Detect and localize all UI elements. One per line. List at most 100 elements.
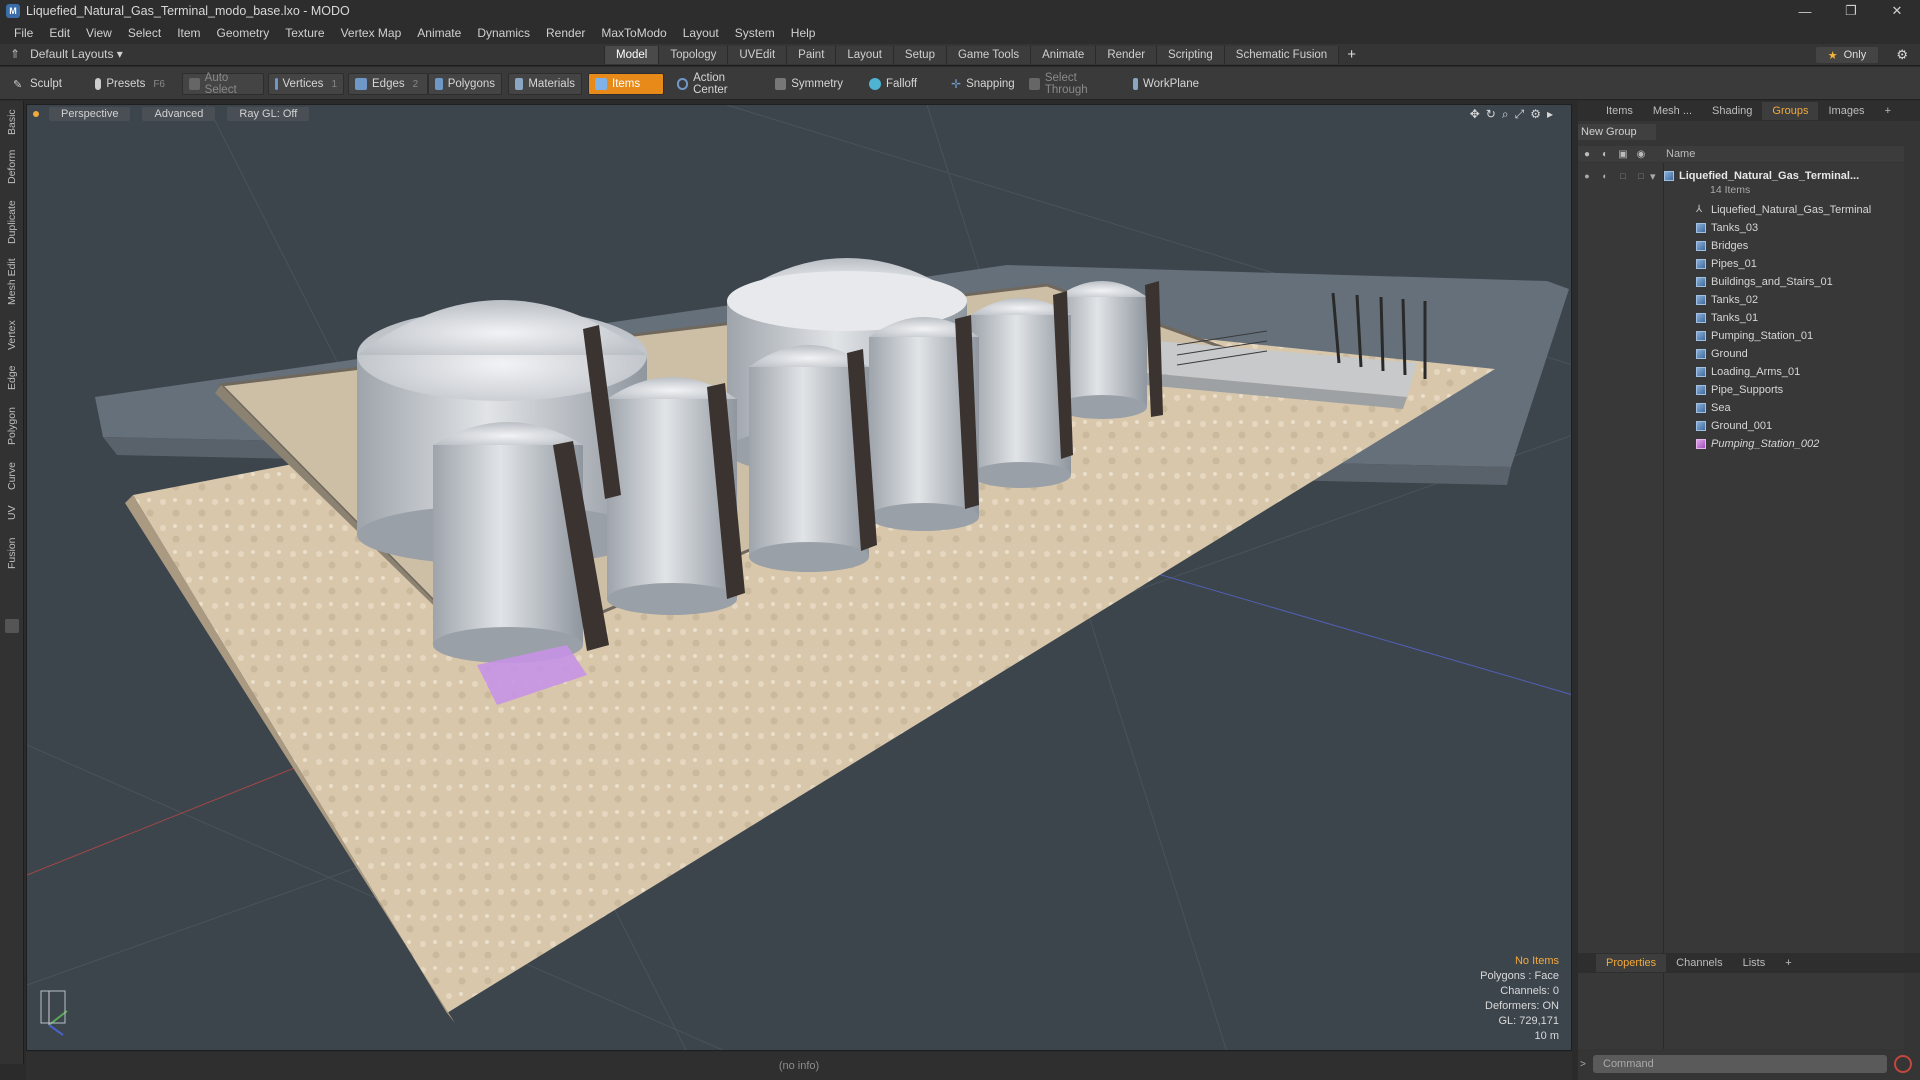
menu-geometry[interactable]: Geometry <box>209 26 278 40</box>
vtab-mesh-edit[interactable]: Mesh Edit <box>2 255 22 309</box>
falloff-button[interactable]: Falloff <box>862 73 938 95</box>
group-item-row[interactable]: Ground_001 <box>1578 417 1904 435</box>
collapse-arrow-icon[interactable]: ⇑ <box>10 47 20 61</box>
rotate-icon[interactable]: ↻ <box>1486 107 1496 122</box>
materials-button[interactable]: Materials <box>508 73 582 95</box>
vertices-button[interactable]: Vertices 1 <box>268 73 344 95</box>
group-item-row[interactable]: Pumping_Station_01 <box>1578 327 1904 345</box>
presets-button[interactable]: Presets F6 <box>88 73 172 95</box>
menu-system[interactable]: System <box>727 26 783 40</box>
tab-setup[interactable]: Setup <box>892 46 946 64</box>
render-icon[interactable]: ◐ <box>1596 149 1614 160</box>
vtab-edge[interactable]: Edge <box>2 361 22 395</box>
zoom-icon[interactable]: ⌕ <box>1502 107 1509 122</box>
vtab-uv[interactable]: UV <box>2 501 22 525</box>
tab-shading[interactable]: Shading <box>1702 102 1762 120</box>
vtab-curve[interactable]: Curve <box>2 457 22 495</box>
select-icon[interactable]: ◉ <box>1632 149 1650 160</box>
only-button[interactable]: ★ Only <box>1816 47 1878 63</box>
tab-images[interactable]: Images <box>1818 102 1874 120</box>
viewport-expand-icon[interactable]: ▸ <box>1547 107 1553 122</box>
minimize-button[interactable]: — <box>1782 0 1828 22</box>
name-column-header[interactable]: Name <box>1666 148 1695 160</box>
menu-animate[interactable]: Animate <box>409 26 469 40</box>
workplane-button[interactable]: WorkPlane <box>1126 73 1206 95</box>
viewport-settings-icon[interactable]: ⚙ <box>1530 107 1541 122</box>
visibility-eye-icon[interactable]: ● <box>1578 149 1596 160</box>
expand-toggle-icon[interactable] <box>5 619 19 633</box>
layouts-dropdown[interactable]: ⇑ Default Layouts ▾ <box>10 47 123 61</box>
pan-icon[interactable]: ✥ <box>1470 107 1480 122</box>
menu-dynamics[interactable]: Dynamics <box>469 26 538 40</box>
menu-file[interactable]: File <box>6 26 41 40</box>
add-tab-plus-icon[interactable]: + <box>1338 46 1364 64</box>
group-item-row[interactable]: Tanks_01 <box>1578 309 1904 327</box>
symmetry-button[interactable]: Symmetry <box>768 73 850 95</box>
tab-properties[interactable]: Properties <box>1596 954 1667 972</box>
lock-icon[interactable]: ▣ <box>1614 149 1632 160</box>
tab-model[interactable]: Model <box>604 46 659 64</box>
group-item-row[interactable]: Ground <box>1578 345 1904 363</box>
group-item-row-selected[interactable]: Pumping_Station_002 <box>1578 435 1904 453</box>
edges-button[interactable]: Edges 2 <box>348 73 428 95</box>
add-properties-tab-icon[interactable]: + <box>1775 957 1801 969</box>
menu-edit[interactable]: Edit <box>41 26 78 40</box>
tab-uvedit[interactable]: UVEdit <box>727 46 787 64</box>
vtab-deform[interactable]: Deform <box>2 145 22 189</box>
vtab-basic[interactable]: Basic <box>2 105 22 139</box>
tab-layout[interactable]: Layout <box>835 46 893 64</box>
3d-viewport[interactable]: Perspective Advanced Ray GL: Off ✥ ↻ ⌕ ⤢… <box>26 104 1572 1051</box>
items-button[interactable]: Items <box>588 73 664 95</box>
tab-topology[interactable]: Topology <box>658 46 728 64</box>
group-item-row[interactable]: Sea <box>1578 399 1904 417</box>
menu-select[interactable]: Select <box>120 26 169 40</box>
shading-dropdown[interactable]: Advanced <box>142 107 216 121</box>
tab-channels[interactable]: Channels <box>1666 957 1732 969</box>
view-type-dropdown[interactable]: Perspective <box>49 107 131 121</box>
menu-item[interactable]: Item <box>169 26 208 40</box>
polygons-button[interactable]: Polygons <box>428 73 502 95</box>
tab-render[interactable]: Render <box>1095 46 1157 64</box>
tab-mesh[interactable]: Mesh ... <box>1643 102 1702 120</box>
snapping-button[interactable]: ✛ Snapping <box>944 73 1018 95</box>
action-center-button[interactable]: Action Center <box>670 72 762 96</box>
close-button[interactable]: ✕ <box>1874 0 1920 22</box>
maximize-button[interactable]: ❐ <box>1828 0 1874 22</box>
group-item-row[interactable]: Pipe_Supports <box>1578 381 1904 399</box>
menu-render[interactable]: Render <box>538 26 593 40</box>
gear-icon[interactable]: ⚙ <box>1896 47 1908 63</box>
fit-icon[interactable]: ⤢ <box>1515 107 1525 122</box>
menu-help[interactable]: Help <box>783 26 824 40</box>
root-visibility-icon[interactable]: ● <box>1578 171 1596 181</box>
group-item-row[interactable]: Buildings_and_Stairs_01 <box>1578 273 1904 291</box>
menu-view[interactable]: View <box>78 26 120 40</box>
root-lock-icon[interactable]: □ <box>1614 171 1632 181</box>
vtab-duplicate[interactable]: Duplicate <box>2 195 22 249</box>
sculpt-button[interactable]: ✎ Sculpt <box>6 73 86 95</box>
tab-groups[interactable]: Groups <box>1762 102 1819 120</box>
viewport-menu-dot[interactable] <box>33 111 39 117</box>
add-panel-tab-icon[interactable]: + <box>1875 102 1901 120</box>
group-item-row[interactable]: Tanks_02 <box>1578 291 1904 309</box>
group-item-row[interactable]: Loading_Arms_01 <box>1578 363 1904 381</box>
root-select-icon[interactable]: □ <box>1632 171 1650 181</box>
select-through-button[interactable]: Select Through <box>1022 72 1122 96</box>
tab-game-tools[interactable]: Game Tools <box>945 46 1031 64</box>
menu-layout[interactable]: Layout <box>675 26 727 40</box>
tab-paint[interactable]: Paint <box>786 46 836 64</box>
group-item-row[interactable]: Tanks_03 <box>1578 219 1904 237</box>
auto-select-button[interactable]: Auto Select <box>182 72 264 96</box>
group-item-row[interactable]: Pipes_01 <box>1578 255 1904 273</box>
menu-vertex-map[interactable]: Vertex Map <box>333 26 410 40</box>
record-icon[interactable] <box>1894 1055 1912 1073</box>
vtab-vertex[interactable]: Vertex <box>2 315 22 355</box>
tab-lists[interactable]: Lists <box>1733 957 1776 969</box>
new-group-button[interactable]: New Group <box>1578 124 1656 140</box>
tab-animate[interactable]: Animate <box>1030 46 1096 64</box>
raygl-toggle[interactable]: Ray GL: Off <box>227 107 310 121</box>
group-item-row[interactable]: ⅄ Liquefied_Natural_Gas_Terminal <box>1578 201 1904 219</box>
tab-items[interactable]: Items <box>1596 102 1643 120</box>
vtab-fusion[interactable]: Fusion <box>2 531 22 575</box>
menu-texture[interactable]: Texture <box>277 26 332 40</box>
root-render-icon[interactable]: ◐ <box>1596 171 1614 181</box>
